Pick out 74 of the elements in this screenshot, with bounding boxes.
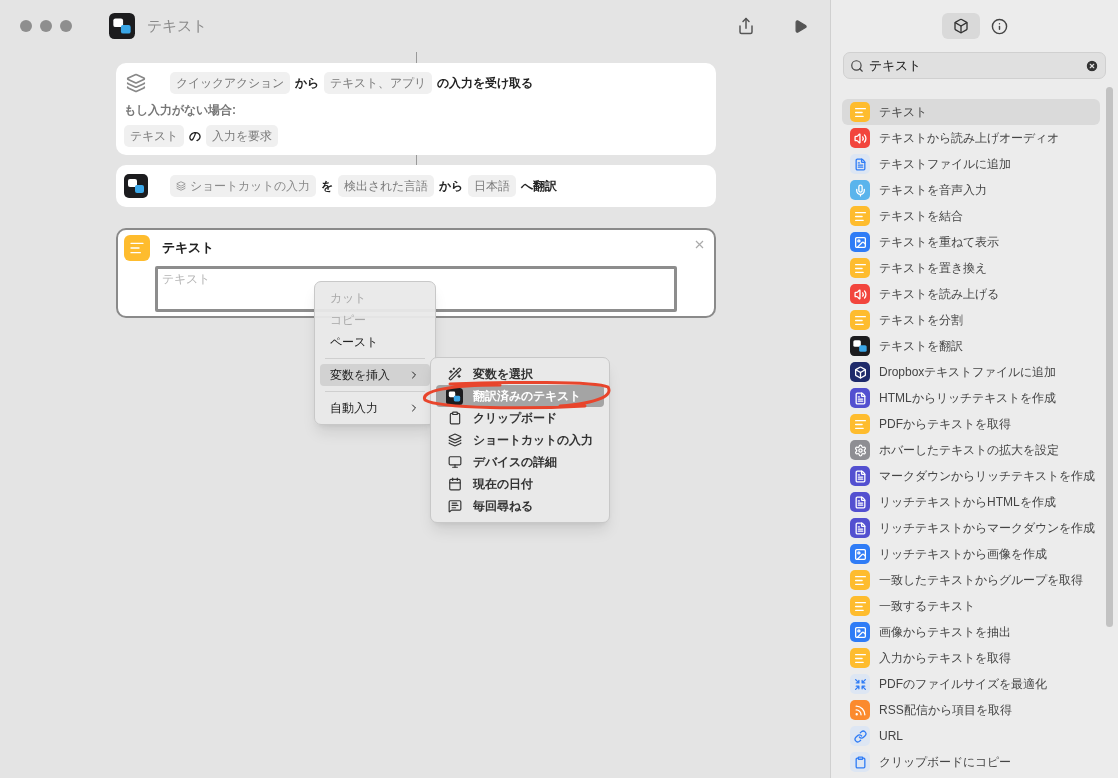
search-icon (850, 58, 864, 73)
action-card[interactable]: クイックアクション から テキスト、アプリ の入力を受け取る もし入力がない場合: テキスト の 入力を要求 (116, 63, 716, 155)
action-list-item[interactable]: テキストファイルに追加 (842, 151, 1100, 177)
parameter-token[interactable]: クイックアクション (170, 72, 290, 94)
window-control[interactable] (40, 20, 52, 32)
translate-app-icon (124, 174, 148, 198)
submenu-item[interactable]: 毎回尋ねる (436, 495, 604, 517)
parameter-token[interactable]: テキスト (124, 125, 184, 147)
submenu-item[interactable]: ショートカットの入力 (436, 429, 604, 451)
action-text: の (189, 128, 201, 145)
library-tab[interactable] (941, 13, 980, 39)
action-text: へ翻訳 (521, 178, 557, 195)
parameter-token[interactable]: 検出された言語 (338, 175, 434, 197)
action-list-item[interactable]: 入力からテキストを取得 (842, 645, 1100, 671)
action-card[interactable]: ショートカットの入力 を 検出された言語 から 日本語 へ翻訳 (116, 165, 716, 207)
action-list-item[interactable]: テキストを重ねて表示 (842, 229, 1100, 255)
submenu-item[interactable]: デバイスの詳細 (436, 451, 604, 473)
action-list-item[interactable]: テキストを分割 (842, 307, 1100, 333)
search-field[interactable]: テキスト (843, 52, 1106, 79)
action-text: から (295, 75, 319, 92)
action-list-item[interactable]: PDFのファイルサイズを最適化 (842, 671, 1100, 697)
parameter-token[interactable]: 日本語 (468, 175, 516, 197)
window-control[interactable] (20, 20, 32, 32)
action-text: の入力を受け取る (437, 75, 533, 92)
action-list-item[interactable]: RSS配信から項目を取得 (842, 697, 1100, 723)
action-text: から (439, 178, 463, 195)
calendar-icon (446, 475, 463, 493)
action-list-item[interactable]: リッチテキストからHTMLを作成 (842, 489, 1100, 515)
action-list-item[interactable]: HTMLからリッチテキストを作成 (842, 385, 1100, 411)
action-list-item[interactable]: 画像からテキストを抽出 (842, 619, 1100, 645)
layers-icon (176, 181, 186, 191)
clear-icon[interactable] (1085, 58, 1099, 73)
action-list-item[interactable]: テキストを読み上げる (842, 281, 1100, 307)
action-list-item[interactable]: 一致したテキストからグループを取得 (842, 567, 1100, 593)
info-icon[interactable] (990, 17, 1008, 35)
menu-item[interactable]: ペースト (320, 331, 430, 353)
action-list-item[interactable]: テキストを音声入力 (842, 177, 1100, 203)
wand-icon (446, 365, 463, 383)
submenu-item[interactable]: クリップボード (436, 407, 604, 429)
submenu-item[interactable]: 現在の日付 (436, 473, 604, 495)
action-list-item[interactable]: テキストを翻訳 (842, 333, 1100, 359)
box-icon (952, 18, 969, 34)
action-title: テキスト (162, 239, 214, 258)
action-list-item[interactable]: リッチテキストからマークダウンを作成 (842, 515, 1100, 541)
window-title: テキスト (147, 15, 207, 36)
action-list-item[interactable]: URL (842, 723, 1100, 749)
action-list-item[interactable]: PDFからテキストを取得 (842, 411, 1100, 437)
parameter-token[interactable]: テキスト、アプリ (324, 72, 432, 94)
scrollbar[interactable] (1106, 87, 1113, 627)
action-list-item[interactable]: テキスト (842, 99, 1100, 125)
menu-item[interactable]: 変数を挿入 (320, 364, 430, 386)
submenu-item[interactable]: 変数を選択 (436, 363, 604, 385)
lines-icon (124, 235, 150, 261)
monitor-icon (446, 453, 463, 471)
action-text: を (321, 178, 333, 195)
action-list-item[interactable]: マークダウンからリッチテキストを作成 (842, 463, 1100, 489)
speech-bubble-icon (446, 497, 463, 515)
parameter-token[interactable]: 入力を要求 (206, 125, 278, 147)
action-list-item[interactable]: テキストを置き換え (842, 255, 1100, 281)
action-list-item[interactable]: テキストから読み上げオーディオ (842, 125, 1100, 151)
action-list-item[interactable]: テキストを結合 (842, 203, 1100, 229)
layers-icon (446, 431, 463, 449)
share-icon[interactable] (737, 17, 755, 35)
play-icon[interactable] (793, 18, 808, 34)
action-list-item[interactable]: リッチテキストから画像を作成 (842, 541, 1100, 567)
action-list-item[interactable]: Dropboxテキストファイルに追加 (842, 359, 1100, 385)
app-icon (109, 13, 135, 39)
layers-icon (124, 71, 148, 95)
action-list-item[interactable]: クリップボードにコピー (842, 749, 1100, 775)
menu-item[interactable]: 自動入力 (320, 397, 430, 419)
action-list-item[interactable]: 一致するテキスト (842, 593, 1100, 619)
fallback-label: もし入力がない場合: (124, 102, 236, 119)
action-list-item[interactable]: ホバーしたテキストの拡大を設定 (842, 437, 1100, 463)
window-control[interactable] (60, 20, 72, 32)
